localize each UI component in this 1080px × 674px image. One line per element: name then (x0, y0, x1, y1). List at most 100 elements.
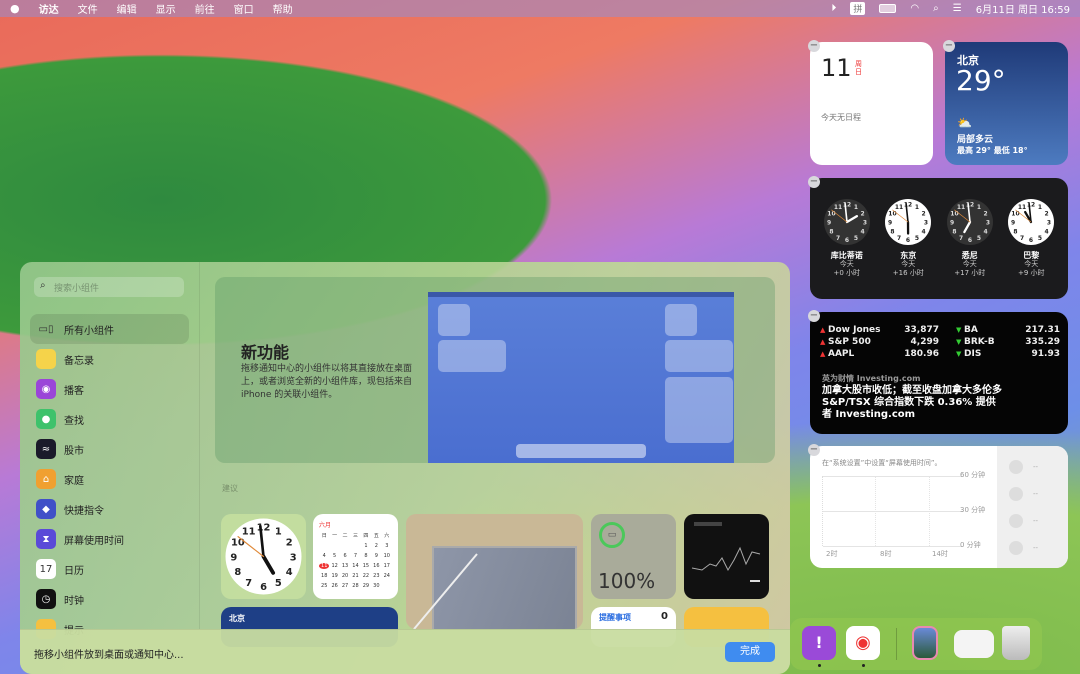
calendar-date[interactable]: 12 (329, 563, 339, 569)
calendar-date[interactable]: 8 (361, 553, 371, 559)
stock-name: DIS (964, 349, 982, 359)
calendar-date[interactable]: 21 (350, 573, 360, 579)
calendar-date[interactable]: 9 (371, 553, 381, 559)
calendar-date[interactable]: 24 (382, 573, 392, 579)
menu-go[interactable]: 前往 (195, 1, 215, 16)
clock-day: 今天 (962, 260, 977, 268)
battery-widget-preview[interactable]: ▭ 100% (591, 514, 676, 599)
dock-feedback-assistant[interactable]: ! (802, 626, 836, 660)
sidebar-item[interactable]: 备忘录 (30, 344, 189, 374)
calendar-date[interactable]: 29 (361, 583, 371, 589)
calendar-date[interactable]: 5 (329, 553, 339, 559)
screen-time-widget[interactable]: 在“系统设置”中设置“屏幕使用时间”。 60 分钟 30 分钟 0 分钟 2时 … (810, 446, 1068, 568)
clock-day: 今天 (839, 260, 854, 268)
hero-illustration (428, 292, 734, 463)
widget-gallery: ⌕ 搜索小组件 ▭▯ 所有小组件 备忘录 ◉ 播客 ● 查找 ≈ 股市 ⌂ 家庭 ◆ 快捷指令 ⧗ 屏幕使用… (20, 262, 790, 674)
calendar-date[interactable]: 20 (340, 573, 350, 579)
calendar-date[interactable]: 19 (329, 573, 339, 579)
sidebar-item[interactable]: ⌂ 家庭 (30, 464, 189, 494)
remove-widget-button[interactable]: − (943, 40, 955, 52)
clock-offset: +17 小时 (954, 269, 986, 277)
news-headline[interactable]: 加拿大股市收低；截至收盘加拿大多伦多 S&P/TSX 综合指数下跌 0.36% … (822, 385, 1002, 421)
dock-divider (896, 628, 897, 660)
stocks-widget[interactable]: ▲ Dow Jones 33,877 ▼ BA 217.31 ▲ S&P 500 4,299 ▼ B… (810, 312, 1068, 434)
menu-finder[interactable]: 访达 (39, 1, 59, 16)
section-suggestions: 建议 (222, 484, 238, 493)
calendar-widget[interactable]: 11 周日 今天无日程 (810, 42, 933, 165)
calendar-date[interactable]: 17 (382, 563, 392, 569)
sidebar-item[interactable]: ▭▯ 所有小组件 (30, 314, 189, 344)
calendar-date[interactable]: 2 (371, 543, 381, 549)
remove-widget-button[interactable]: − (808, 40, 820, 52)
apple-menu-icon[interactable]: ● (10, 2, 20, 15)
calendar-date[interactable]: 18 (319, 573, 329, 579)
clock-widget-preview[interactable]: 1 2 3 4 5 6 7 8 9 10 11 12 (221, 514, 306, 599)
calendar-date[interactable]: 10 (382, 553, 392, 559)
dock-preview-stack[interactable] (912, 626, 938, 660)
menu-edit[interactable]: 编辑 (117, 1, 137, 16)
calendar-date[interactable]: 11 (319, 563, 330, 569)
menu-view[interactable]: 显示 (156, 1, 176, 16)
sidebar-item[interactable]: ≈ 股市 (30, 434, 189, 464)
clock-numeral: 6 (906, 237, 910, 244)
calendar-date[interactable]: 15 (361, 563, 371, 569)
calendar-date[interactable]: 30 (371, 583, 381, 589)
input-method-icon[interactable]: 拼 (850, 2, 866, 15)
control-center-icon[interactable]: ☰ (953, 3, 962, 14)
calendar-date[interactable]: 26 (329, 583, 339, 589)
sidebar-item[interactable]: 17 日历 (30, 554, 189, 584)
mini-weather-city: 北京 (229, 614, 245, 623)
calendar-date[interactable]: 3 (382, 543, 392, 549)
calendar-date[interactable]: 22 (361, 573, 371, 579)
clock-numeral: 3 (924, 219, 928, 226)
trash-icon[interactable] (1002, 626, 1030, 660)
calendar-date[interactable]: 4 (319, 553, 329, 559)
stocks-widget-preview[interactable] (684, 514, 769, 599)
remove-widget-button[interactable]: − (808, 444, 820, 456)
done-button[interactable]: 完成 (725, 642, 775, 662)
stock-value: 91.93 (1031, 349, 1060, 359)
sidebar-item[interactable]: ◉ 播客 (30, 374, 189, 404)
calendar-date[interactable]: 25 (319, 583, 329, 589)
play-icon[interactable]: ⏵ (831, 3, 836, 14)
calendar-date[interactable]: 1 (361, 543, 371, 549)
world-clock-widget[interactable]: 1 2 3 4 5 6 7 8 9 10 11 12 库比蒂诺 今天 +0 小时 1 2 3 4 5 6 7 8 9 10 11 1… (810, 178, 1068, 299)
menu-help[interactable]: 帮助 (273, 1, 293, 16)
menu-window[interactable]: 窗口 (234, 1, 254, 16)
clock-numeral: 7 (245, 578, 252, 589)
calendar-date[interactable]: 14 (350, 563, 360, 569)
remove-widget-button[interactable]: − (808, 176, 820, 188)
clock-numeral: 9 (950, 219, 954, 226)
menu-file[interactable]: 文件 (78, 1, 98, 16)
spotlight-icon[interactable]: ⌕ (933, 3, 939, 14)
calendar-date[interactable]: 16 (371, 563, 381, 569)
calendar-date[interactable]: 28 (350, 583, 360, 589)
remove-widget-button[interactable]: − (808, 310, 820, 322)
weekday-label: 日 (321, 533, 327, 539)
battery-icon[interactable] (879, 4, 897, 13)
calendar-date[interactable]: 6 (340, 553, 350, 559)
app-icon (36, 349, 56, 369)
widget-search-input[interactable]: ⌕ 搜索小组件 (34, 277, 184, 297)
calendar-date[interactable]: 23 (371, 573, 381, 579)
dock-weibo[interactable]: ◉ (846, 626, 880, 660)
sidebar-item[interactable]: ◷ 时钟 (30, 584, 189, 614)
wifi-icon[interactable]: ◠ (910, 3, 919, 14)
sidebar-item[interactable]: ● 查找 (30, 404, 189, 434)
calendar-date[interactable]: 7 (350, 553, 360, 559)
calendar-date[interactable]: 27 (340, 583, 350, 589)
clock-datetime[interactable]: 6月11日 周日 16:59 (976, 1, 1070, 16)
app-icon: ◉ (36, 379, 56, 399)
sidebar-item[interactable]: ⧗ 屏幕使用时间 (30, 524, 189, 554)
clock-numeral: 11 (957, 204, 965, 211)
weather-range: 最高 29° 最低 18° (957, 146, 1028, 155)
sidebar-item[interactable]: ◆ 快捷指令 (30, 494, 189, 524)
sidebar-item-label: 时钟 (64, 595, 84, 607)
dock-notes-stack[interactable] (954, 630, 994, 658)
photo-widget-preview[interactable] (406, 514, 583, 629)
clock-day: 今天 (1024, 260, 1039, 268)
clock-city: 库比蒂诺 (830, 251, 863, 260)
weather-widget[interactable]: 北京 29° ⛅ 局部多云 最高 29° 最低 18° (945, 42, 1068, 165)
calendar-month-widget-preview[interactable]: 六月 日一二三四五六 1 2 3 4 5 6 7 8 9 10 11 12 13 14 15 16 17 18 19 2… (313, 514, 398, 599)
calendar-date[interactable]: 13 (340, 563, 350, 569)
